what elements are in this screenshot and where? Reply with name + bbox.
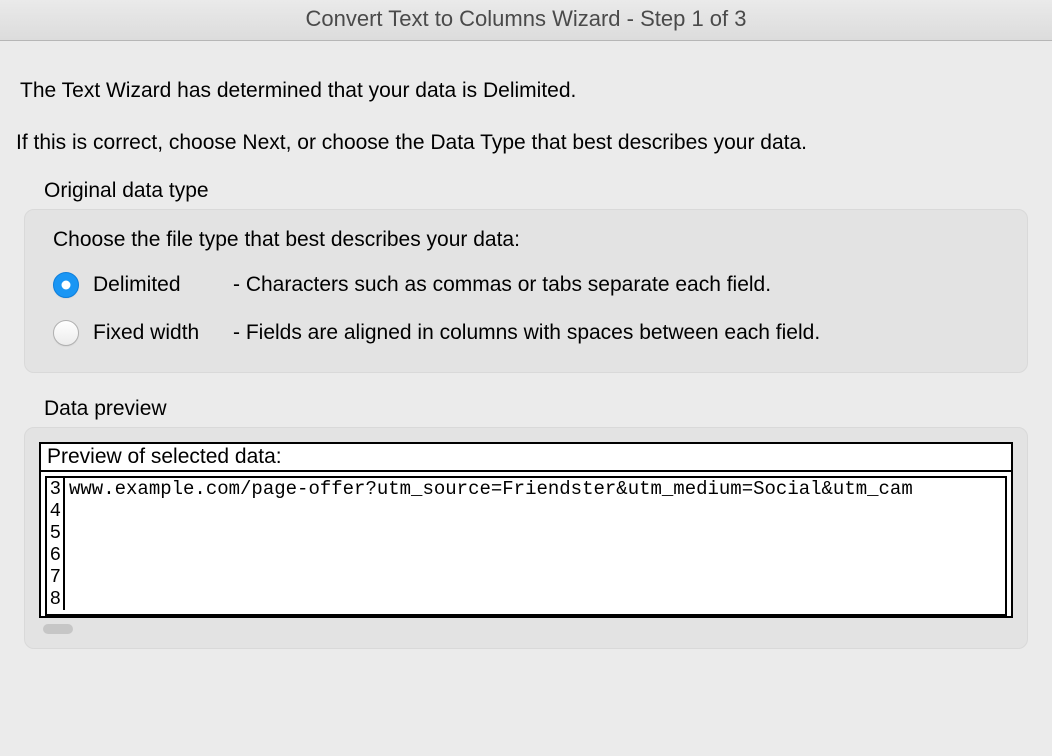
data-preview-header: Preview of selected data: bbox=[41, 444, 1011, 472]
wizard-body: The Text Wizard has determined that your… bbox=[0, 41, 1052, 649]
row-number: 6 bbox=[47, 544, 65, 566]
radio-fixed-width-description: - Fields are aligned in columns with spa… bbox=[233, 321, 999, 345]
table-row: 6 bbox=[47, 544, 1005, 566]
table-row: 5 bbox=[47, 522, 1005, 544]
window-title: Convert Text to Columns Wizard - Step 1 … bbox=[0, 0, 1052, 41]
table-row: 4 bbox=[47, 500, 1005, 522]
data-preview-label: Data preview bbox=[0, 397, 1052, 421]
row-text bbox=[65, 522, 69, 544]
row-text bbox=[65, 588, 69, 610]
file-type-prompt: Choose the file type that best describes… bbox=[53, 228, 999, 252]
table-row: 3 www.example.com/page-offer?utm_source=… bbox=[47, 478, 1005, 500]
radio-row-fixed-width[interactable]: Fixed width - Fields are aligned in colu… bbox=[53, 320, 999, 346]
intro-text-2: If this is correct, choose Next, or choo… bbox=[0, 131, 1052, 155]
radio-fixed-width-label: Fixed width bbox=[93, 321, 233, 345]
row-text bbox=[65, 566, 69, 588]
row-number: 7 bbox=[47, 566, 65, 588]
original-data-type-panel: Choose the file type that best describes… bbox=[24, 209, 1028, 373]
data-preview-panel: Preview of selected data: 3 www.example.… bbox=[24, 427, 1028, 649]
radio-delimited[interactable] bbox=[53, 272, 79, 298]
row-text bbox=[65, 500, 69, 522]
data-preview-box: Preview of selected data: 3 www.example.… bbox=[39, 442, 1013, 618]
radio-fixed-width[interactable] bbox=[53, 320, 79, 346]
row-number: 4 bbox=[47, 500, 65, 522]
radio-row-delimited[interactable]: Delimited - Characters such as commas or… bbox=[53, 272, 999, 298]
intro-text-1: The Text Wizard has determined that your… bbox=[0, 79, 1052, 103]
data-preview-rows[interactable]: 3 www.example.com/page-offer?utm_source=… bbox=[45, 476, 1007, 616]
row-number: 3 bbox=[47, 478, 65, 500]
row-number: 8 bbox=[47, 588, 65, 610]
row-text: www.example.com/page-offer?utm_source=Fr… bbox=[65, 478, 913, 500]
row-number: 5 bbox=[47, 522, 65, 544]
radio-delimited-description: - Characters such as commas or tabs sepa… bbox=[233, 273, 999, 297]
row-text bbox=[65, 544, 69, 566]
original-data-type-label: Original data type bbox=[0, 179, 1052, 203]
table-row: 7 bbox=[47, 566, 1005, 588]
radio-delimited-label: Delimited bbox=[93, 273, 233, 297]
table-row: 8 bbox=[47, 588, 1005, 610]
horizontal-scrollbar-thumb[interactable] bbox=[43, 624, 73, 634]
